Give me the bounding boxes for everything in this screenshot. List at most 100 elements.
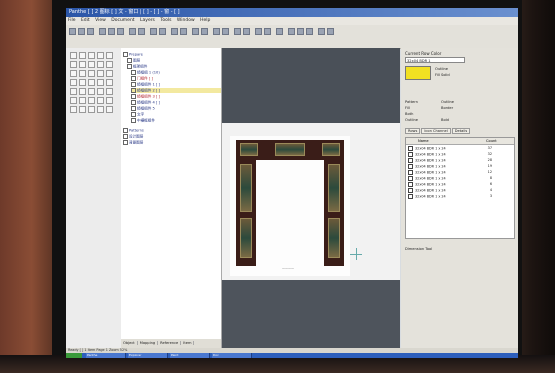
measure-icon[interactable] bbox=[327, 28, 334, 35]
open-icon[interactable] bbox=[78, 28, 85, 35]
option-label[interactable]: Outline bbox=[435, 67, 448, 71]
list-item[interactable]: 32x04 BDR 1 x 24 28 bbox=[408, 158, 512, 163]
radio-option[interactable]: Fill bbox=[405, 106, 410, 110]
color-select[interactable]: 32x04 BDR 1 bbox=[405, 57, 465, 63]
lock-icon[interactable] bbox=[88, 106, 95, 113]
menu-help[interactable]: Help bbox=[200, 18, 210, 23]
menu-document[interactable]: Document bbox=[111, 18, 134, 23]
color-swatch[interactable] bbox=[405, 66, 431, 80]
color-icon[interactable] bbox=[243, 28, 250, 35]
tree-item[interactable]: 镜框组 1 (10) bbox=[131, 70, 160, 75]
polygon-tool-icon[interactable] bbox=[106, 61, 113, 68]
tree-item[interactable]: 设计图层 bbox=[123, 134, 143, 139]
tab-reference[interactable]: Reference bbox=[158, 341, 182, 345]
group-tool-icon[interactable] bbox=[70, 88, 77, 95]
curve-tool-icon[interactable] bbox=[79, 61, 86, 68]
new-icon[interactable] bbox=[69, 28, 76, 35]
save-icon[interactable] bbox=[87, 28, 94, 35]
grid-icon[interactable] bbox=[213, 28, 220, 35]
stitch-icon[interactable] bbox=[288, 28, 295, 35]
tab-object[interactable]: Object bbox=[121, 341, 138, 345]
offset-tool-icon[interactable] bbox=[106, 88, 113, 95]
layer-up-icon[interactable] bbox=[70, 106, 77, 113]
tab-rows[interactable]: Rows bbox=[405, 128, 421, 134]
shape-tool-icon[interactable] bbox=[97, 52, 104, 59]
line-tool-icon[interactable] bbox=[70, 61, 77, 68]
menu-edit[interactable]: Edit bbox=[81, 18, 90, 23]
text-tool-icon[interactable] bbox=[88, 70, 95, 77]
move-icon[interactable] bbox=[180, 28, 187, 35]
taskbar-item[interactable]: Doc bbox=[212, 353, 252, 358]
tree-item[interactable]: 门组件 [ ] bbox=[131, 76, 153, 81]
rect-tool-icon[interactable] bbox=[97, 61, 104, 68]
help-icon[interactable] bbox=[276, 28, 283, 35]
tree-item[interactable]: 图层 bbox=[127, 58, 140, 63]
run-tool-icon[interactable] bbox=[88, 97, 95, 104]
scale-icon[interactable] bbox=[201, 28, 208, 35]
rotate-icon[interactable] bbox=[192, 28, 199, 35]
start-button[interactable]: start bbox=[66, 353, 82, 358]
redo-icon[interactable] bbox=[138, 28, 145, 35]
tree-item[interactable]: 镜框组件 1 [ ] bbox=[131, 82, 160, 87]
eraser-tool-icon[interactable] bbox=[79, 70, 86, 77]
align-tool-icon[interactable] bbox=[70, 79, 77, 86]
tree-item[interactable]: 框架组件 bbox=[127, 64, 147, 69]
mirror-tool-icon[interactable] bbox=[79, 79, 86, 86]
list-item[interactable]: 32x04 BDR 1 x 24 6 bbox=[408, 182, 512, 187]
node-tool-icon[interactable] bbox=[97, 79, 104, 86]
taskbar-item[interactable]: Panthe bbox=[86, 353, 126, 358]
list-item[interactable]: 32x04 BDR 1 x 24 8 bbox=[408, 176, 512, 181]
list-item[interactable]: 32x04 BDR 1 x 24 37 bbox=[408, 146, 512, 151]
taskbar-item[interactable]: Explorer bbox=[128, 353, 168, 358]
fill-icon[interactable] bbox=[297, 28, 304, 35]
snap-icon[interactable] bbox=[222, 28, 229, 35]
menu-window[interactable]: Window bbox=[177, 18, 195, 23]
fill-tool-icon[interactable] bbox=[70, 70, 77, 77]
tree-item[interactable]: 镜框组件 4 [ ] bbox=[131, 100, 160, 105]
select-icon[interactable] bbox=[171, 28, 178, 35]
tab-icon-channel[interactable]: Icon Channel bbox=[421, 128, 451, 134]
ellipse-tool-icon[interactable] bbox=[88, 61, 95, 68]
stitch-tool-icon[interactable] bbox=[70, 97, 77, 104]
text-icon[interactable] bbox=[318, 28, 325, 35]
zoom-in-icon[interactable] bbox=[150, 28, 157, 35]
copy-icon[interactable] bbox=[108, 28, 115, 35]
menu-tools[interactable]: Tools bbox=[160, 18, 171, 23]
menu-view[interactable]: View bbox=[95, 18, 106, 23]
undo-icon[interactable] bbox=[129, 28, 136, 35]
design-canvas[interactable]: ———— bbox=[222, 48, 400, 348]
tab-mapping[interactable]: Mapping bbox=[137, 341, 159, 345]
option-label[interactable]: Bold bbox=[441, 118, 449, 122]
array-tool-icon[interactable] bbox=[88, 79, 95, 86]
print-icon[interactable] bbox=[255, 28, 262, 35]
option-label[interactable]: Fill Solid bbox=[435, 73, 450, 77]
pointer-tool-icon[interactable] bbox=[70, 52, 77, 59]
tree-item[interactable]: 文字 bbox=[131, 112, 144, 117]
list-item[interactable]: 32x04 BDR 1 x 24 4 bbox=[408, 188, 512, 193]
radio-option[interactable]: Border bbox=[441, 106, 453, 110]
column-header-name[interactable]: Name bbox=[418, 138, 429, 144]
radio-option[interactable]: Outline bbox=[441, 100, 454, 104]
menu-file[interactable]: File bbox=[68, 18, 76, 23]
visible-icon[interactable] bbox=[97, 106, 104, 113]
tree-item-selected[interactable]: 镜框组件 2 [ ] bbox=[131, 88, 221, 93]
motif-tool-icon[interactable] bbox=[106, 97, 113, 104]
list-item[interactable]: 32x04 BDR 1 x 24 19 bbox=[408, 164, 512, 169]
eyedropper-tool-icon[interactable] bbox=[97, 70, 104, 77]
list-item[interactable]: 32x04 BDR 1 x 24 12 bbox=[408, 170, 512, 175]
tree-item[interactable]: Prepare bbox=[123, 52, 143, 57]
layer-icon[interactable] bbox=[234, 28, 241, 35]
radio-option[interactable]: Both bbox=[405, 112, 413, 116]
delete-icon[interactable] bbox=[106, 106, 113, 113]
radio-option[interactable]: Pattern bbox=[405, 100, 418, 104]
paste-icon[interactable] bbox=[117, 28, 124, 35]
tree-item[interactable]: 中横框组件 bbox=[131, 118, 155, 123]
tree-item[interactable]: 镜框组件 5 bbox=[131, 106, 155, 111]
knife-tool-icon[interactable] bbox=[106, 79, 113, 86]
outline-icon[interactable] bbox=[306, 28, 313, 35]
pen-tool-icon[interactable] bbox=[88, 52, 95, 59]
zoom-out-icon[interactable] bbox=[159, 28, 166, 35]
weld-tool-icon[interactable] bbox=[88, 88, 95, 95]
list-item[interactable]: 32x04 BDR 1 x 24 32 bbox=[408, 152, 512, 157]
tab-details[interactable]: Details bbox=[451, 128, 471, 134]
